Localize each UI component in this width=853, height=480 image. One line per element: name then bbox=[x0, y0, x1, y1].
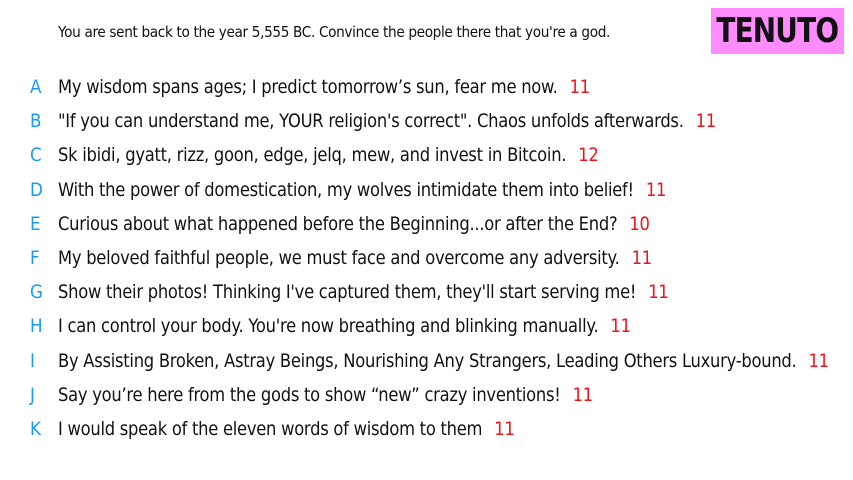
answer-score: 11 bbox=[808, 349, 830, 372]
answer-score: 12 bbox=[578, 144, 599, 167]
answer-text: Curious about what happened before the B… bbox=[58, 212, 618, 235]
answer-letter: D bbox=[30, 178, 43, 201]
answer-body: Curious about what happened before the B… bbox=[58, 213, 650, 235]
answer-text: Say you’re here from the gods to show “n… bbox=[58, 383, 561, 406]
answer-score: 11 bbox=[569, 76, 591, 99]
answer-score: 11 bbox=[645, 178, 667, 201]
answer-text: I can control your body. You're now brea… bbox=[58, 315, 599, 338]
tenuto-logo: TENUTO bbox=[711, 8, 844, 54]
answer-text: Sk ibidi, gyatt, rizz, goon, edge, jelq,… bbox=[58, 144, 567, 167]
answer-text: "If you can understand me, YOUR religion… bbox=[58, 110, 684, 133]
answer-row: K I would speak of the eleven words of wi… bbox=[0, 412, 853, 446]
answer-body: My wisdom spans ages; I predict tomorrow… bbox=[58, 76, 590, 98]
answer-score: 10 bbox=[629, 212, 650, 235]
answer-letter: B bbox=[30, 110, 42, 133]
answer-row: E Curious about what happened before the … bbox=[0, 207, 853, 241]
answer-body: "If you can understand me, YOUR religion… bbox=[58, 110, 716, 132]
answer-letter: E bbox=[30, 212, 41, 235]
answer-row: C Sk ibidi, gyatt, rizz, goon, edge, jelq… bbox=[0, 138, 853, 172]
prompt-text: You are sent back to the year 5,555 BC. … bbox=[58, 23, 611, 41]
answer-row: G Show their photos! Thinking I've captur… bbox=[0, 275, 853, 309]
answer-row: F My beloved faithful people, we must fac… bbox=[0, 241, 853, 275]
answer-body: I would speak of the eleven words of wis… bbox=[58, 418, 515, 440]
answer-row: H I can control your body. You're now bre… bbox=[0, 309, 853, 343]
answer-body: My beloved faithful people, we must face… bbox=[58, 247, 652, 269]
answer-body: By Assisting Broken, Astray Beings, Nour… bbox=[58, 350, 829, 372]
answer-text: I would speak of the eleven words of wis… bbox=[58, 417, 483, 440]
answer-letter: F bbox=[30, 247, 40, 270]
answer-body: Sk ibidi, gyatt, rizz, goon, edge, jelq,… bbox=[58, 144, 599, 166]
answer-row: B "If you can understand me, YOUR religio… bbox=[0, 104, 853, 138]
answer-letter: H bbox=[30, 315, 43, 338]
answer-row: J Say you’re here from the gods to show “… bbox=[0, 378, 853, 412]
answer-score: 11 bbox=[494, 417, 515, 440]
answer-body: With the power of domestication, my wolv… bbox=[58, 179, 666, 201]
answer-text: With the power of domestication, my wolv… bbox=[58, 178, 634, 201]
answer-letter: G bbox=[30, 281, 43, 304]
logo-text: TENUTO bbox=[716, 11, 840, 51]
answer-list: A My wisdom spans ages; I predict tomorro… bbox=[0, 70, 853, 446]
answer-row: I By Assisting Broken, Astray Beings, Nou… bbox=[0, 344, 853, 378]
answer-row: D With the power of domestication, my wol… bbox=[0, 173, 853, 207]
answer-letter: J bbox=[30, 383, 35, 406]
answer-score: 11 bbox=[695, 110, 717, 133]
answer-text: By Assisting Broken, Astray Beings, Nour… bbox=[58, 349, 797, 372]
answer-body: I can control your body. You're now brea… bbox=[58, 315, 631, 337]
answer-letter: A bbox=[30, 76, 42, 99]
answer-letter: C bbox=[30, 144, 42, 167]
answer-text: My beloved faithful people, we must face… bbox=[58, 247, 620, 270]
answer-score: 11 bbox=[610, 315, 631, 338]
answer-letter: I bbox=[30, 349, 35, 372]
answer-text: My wisdom spans ages; I predict tomorrow… bbox=[58, 76, 558, 99]
answer-body: Say you’re here from the gods to show “n… bbox=[58, 384, 593, 406]
answer-score: 11 bbox=[648, 281, 669, 304]
answer-letter: K bbox=[30, 417, 41, 440]
answer-body: Show their photos! Thinking I've capture… bbox=[58, 281, 669, 304]
answer-row: A My wisdom spans ages; I predict tomorro… bbox=[0, 70, 853, 104]
answer-text: Show their photos! Thinking I've capture… bbox=[58, 281, 637, 304]
answer-score: 11 bbox=[631, 247, 653, 270]
answer-score: 11 bbox=[572, 383, 594, 406]
